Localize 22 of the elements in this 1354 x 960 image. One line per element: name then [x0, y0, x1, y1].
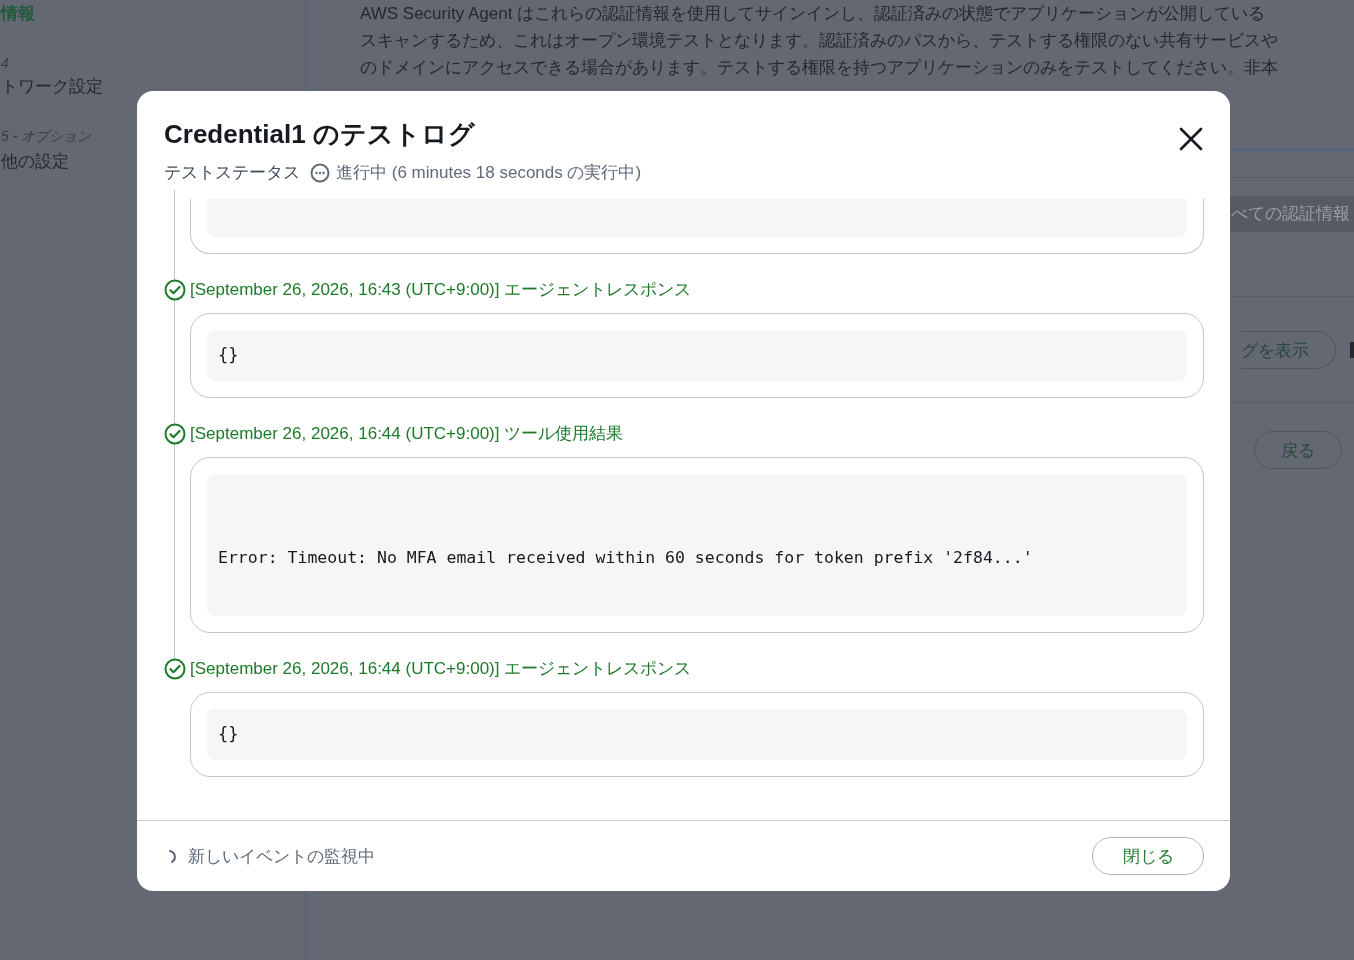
- event-title: [September 26, 2026, 16:44 (UTC+9:00)] ツール使用結果: [190, 423, 624, 445]
- close-icon[interactable]: [1178, 126, 1204, 152]
- close-button[interactable]: 閉じる: [1092, 837, 1204, 875]
- event-title: [September 26, 2026, 16:43 (UTC+9:00)] エージェントレスポンス: [190, 279, 692, 301]
- status-label: テストステータス: [164, 162, 300, 184]
- step-title[interactable]: 他の設定: [1, 150, 69, 173]
- notice-text: のドメインにアクセスできる場合があります。テストする権限を持つアプリケーションのみをテストしてください。非本: [360, 57, 1279, 79]
- step-title[interactable]: トワーク設定: [1, 75, 103, 98]
- modal-title: Credential1 のテストログ: [164, 118, 476, 151]
- notice-text: スキャンするため、これはオープン環境テストとなります。認証済みのパスから、テストする権限のない共有サービスや: [360, 30, 1279, 52]
- in-progress-icon: [310, 162, 330, 183]
- code-output: {}: [207, 330, 1187, 381]
- back-button[interactable]: 戻る: [1254, 431, 1342, 469]
- event-title: [September 26, 2026, 16:44 (UTC+9:00)] エージェントレスポンス: [190, 658, 692, 680]
- notice-text: AWS Security Agent はこれらの認証情報を使用してサインインし、認証済みの状態でアプリケーションが公開している: [360, 3, 1267, 25]
- view-log-button[interactable]: グを表示: [1241, 331, 1336, 369]
- sidebar-link[interactable]: 情報: [1, 2, 35, 25]
- status-text: 進行中 (6 minutes 18 seconds の実行中): [336, 162, 642, 184]
- monitoring-status: 新しいイベントの監視中: [188, 845, 376, 868]
- code-output: {}: [207, 709, 1187, 760]
- filter-field[interactable]: べての認証情報: [1230, 196, 1354, 232]
- code-output: Error: Timeout: No MFA email received within 60 seconds for token prefix '2f84...': [207, 474, 1187, 616]
